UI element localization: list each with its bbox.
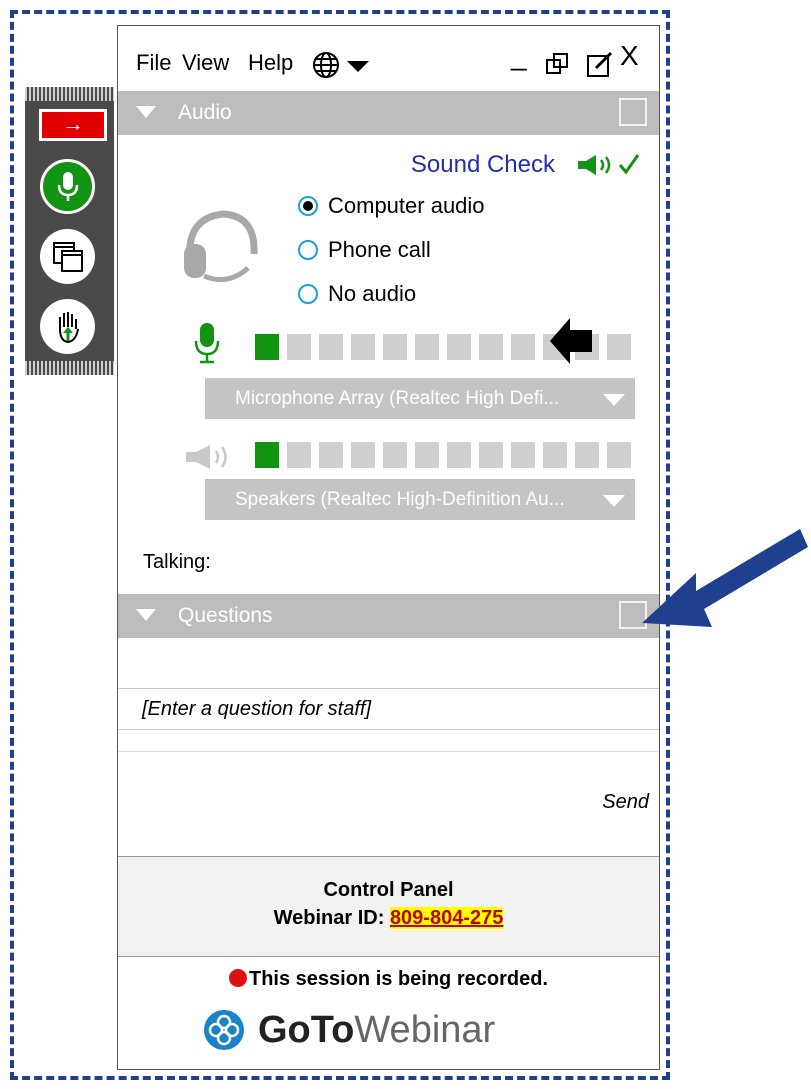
speaker-check-icon bbox=[578, 154, 640, 175]
audio-popout-icon[interactable] bbox=[619, 98, 647, 126]
headset-icon bbox=[184, 210, 258, 283]
headset-graphic bbox=[178, 206, 263, 296]
globe-icon bbox=[313, 52, 339, 78]
level-segment bbox=[543, 442, 567, 468]
speaker-icon bbox=[186, 445, 227, 469]
windows-icon bbox=[52, 241, 83, 272]
microphone-icon bbox=[194, 323, 220, 364]
audio-section-title: Audio bbox=[178, 101, 232, 124]
recording-notice: This session is being recorded. bbox=[118, 968, 659, 991]
grab-tab-bottom-handle[interactable] bbox=[25, 361, 114, 375]
level-segment bbox=[607, 334, 631, 360]
radio-selected-indicator[interactable] bbox=[298, 196, 318, 216]
chevron-down-icon[interactable] bbox=[603, 394, 625, 406]
popout-button[interactable] bbox=[586, 50, 614, 83]
level-segment bbox=[287, 334, 311, 360]
level-segment bbox=[383, 442, 407, 468]
arrow-right-icon: → bbox=[62, 111, 84, 136]
question-input-placeholder: [Enter a question for staff] bbox=[142, 698, 372, 720]
level-segment bbox=[511, 334, 535, 360]
minimize-button[interactable]: _ bbox=[511, 40, 527, 72]
questions-section-title: Questions bbox=[178, 604, 273, 627]
level-segment bbox=[479, 334, 503, 360]
sound-check-status bbox=[576, 152, 644, 183]
radio-computer-audio[interactable]: Computer audio bbox=[298, 193, 485, 219]
audio-section-header[interactable]: Audio bbox=[118, 91, 659, 135]
close-button[interactable]: X bbox=[620, 40, 639, 72]
control-panel: File View Help _ X Audio Sound Check Com… bbox=[117, 25, 660, 1070]
collapse-caret-icon[interactable] bbox=[136, 609, 156, 621]
footer-info: Control Panel Webinar ID: 809-804-275 bbox=[118, 856, 659, 957]
recording-notice-text: This session is being recorded. bbox=[249, 968, 548, 990]
divider bbox=[118, 751, 659, 752]
raise-hand-icon bbox=[58, 311, 79, 343]
pointer-arrow-icon bbox=[548, 316, 594, 371]
level-segment bbox=[351, 442, 375, 468]
microphone-icon bbox=[57, 171, 78, 201]
question-input[interactable]: [Enter a question for staff] bbox=[118, 688, 659, 730]
radio-no-audio-label: No audio bbox=[328, 281, 417, 306]
level-segment bbox=[511, 442, 535, 468]
level-segment bbox=[607, 442, 631, 468]
level-segment bbox=[447, 334, 471, 360]
speaker-level-icon bbox=[184, 442, 240, 477]
talking-label: Talking: bbox=[143, 551, 211, 573]
grab-tab[interactable]: → bbox=[25, 87, 114, 375]
send-button[interactable]: Send bbox=[602, 791, 649, 814]
screen-view-button[interactable] bbox=[40, 229, 95, 284]
level-segment bbox=[319, 442, 343, 468]
gotowebinar-flower-icon bbox=[204, 1010, 244, 1050]
radio-indicator[interactable] bbox=[298, 240, 318, 260]
speaker-device-value: Speakers (Realtec High-Definition Au... bbox=[235, 489, 565, 510]
level-segment bbox=[415, 442, 439, 468]
callout-arrow-icon bbox=[642, 529, 808, 627]
level-segment bbox=[383, 334, 407, 360]
popout-icon bbox=[587, 51, 613, 77]
webinar-id-line: Webinar ID: 809-804-275 bbox=[118, 907, 659, 930]
level-segment bbox=[447, 442, 471, 468]
microphone-device-select[interactable]: Microphone Array (Realtec High Defi... bbox=[205, 378, 635, 419]
questions-section-header[interactable]: Questions bbox=[118, 594, 659, 638]
radio-phone-call-label: Phone call bbox=[328, 237, 431, 262]
brand-webinar: Webinar bbox=[354, 1008, 496, 1051]
level-segment bbox=[479, 442, 503, 468]
level-segment bbox=[351, 334, 375, 360]
webinar-id-label: Webinar ID: bbox=[273, 907, 385, 929]
radio-computer-audio-label: Computer audio bbox=[328, 193, 485, 218]
level-segment bbox=[287, 442, 311, 468]
collapse-panel-button[interactable]: → bbox=[39, 109, 107, 141]
webinar-id-value: 809-804-275 bbox=[389, 907, 504, 929]
collapse-caret-icon[interactable] bbox=[136, 106, 156, 118]
level-segment bbox=[255, 334, 279, 360]
language-menu[interactable] bbox=[311, 50, 371, 85]
gotowebinar-logo: GoTo Webinar bbox=[202, 1006, 495, 1054]
microphone-toggle-button[interactable] bbox=[40, 159, 95, 214]
raise-hand-button[interactable] bbox=[40, 299, 95, 354]
control-panel-label: Control Panel bbox=[323, 879, 454, 901]
brand-goto: GoTo bbox=[258, 1008, 355, 1051]
level-segment bbox=[415, 334, 439, 360]
speaker-device-select[interactable]: Speakers (Realtec High-Definition Au... bbox=[205, 479, 635, 520]
restore-button[interactable] bbox=[545, 52, 569, 81]
microphone-device-value: Microphone Array (Realtec High Defi... bbox=[235, 388, 560, 409]
grab-tab-top-handle[interactable] bbox=[25, 87, 114, 101]
dropdown-caret-icon bbox=[347, 61, 370, 72]
radio-phone-call[interactable]: Phone call bbox=[298, 237, 431, 263]
restore-icon bbox=[546, 53, 568, 74]
recording-dot-icon bbox=[229, 969, 247, 987]
radio-no-audio[interactable]: No audio bbox=[298, 281, 416, 307]
level-segment bbox=[255, 442, 279, 468]
menu-help[interactable]: Help bbox=[248, 50, 293, 76]
menu-view[interactable]: View bbox=[182, 50, 229, 76]
menu-bar: File View Help _ X bbox=[118, 26, 659, 91]
chevron-down-icon[interactable] bbox=[603, 495, 625, 507]
level-segment bbox=[575, 442, 599, 468]
radio-indicator[interactable] bbox=[298, 284, 318, 304]
microphone-level-icon bbox=[194, 321, 220, 370]
sound-check-link[interactable]: Sound Check bbox=[411, 151, 555, 179]
level-segment bbox=[319, 334, 343, 360]
menu-file[interactable]: File bbox=[136, 50, 171, 76]
